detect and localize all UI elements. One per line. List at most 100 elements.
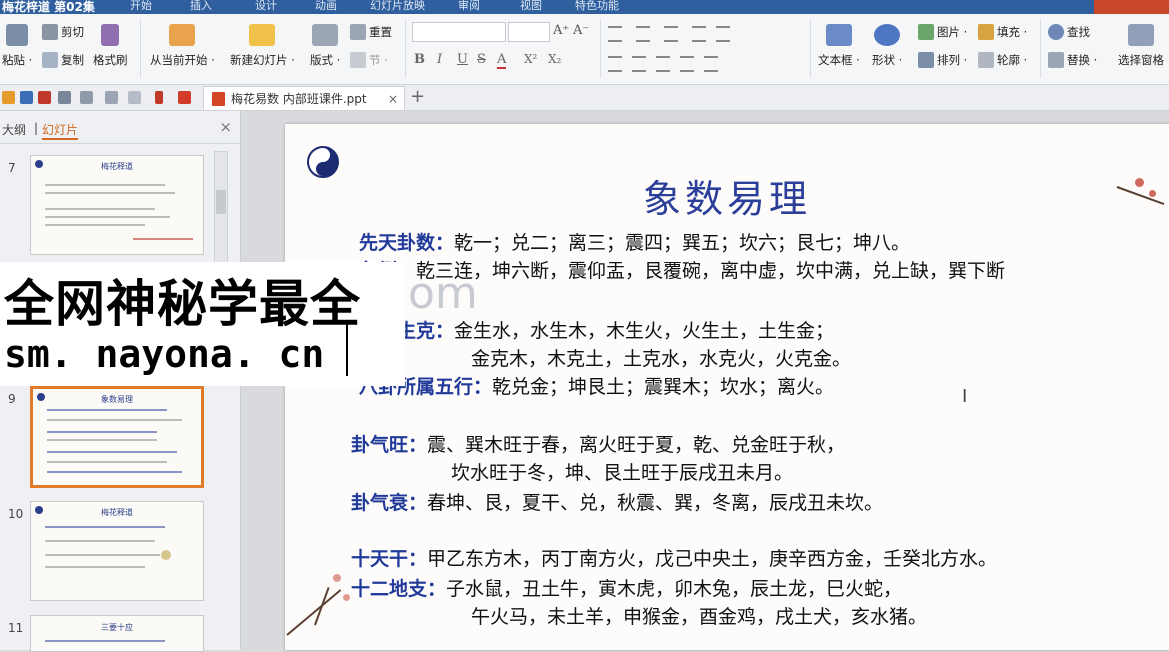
menu-view[interactable]: 视图 bbox=[520, 0, 542, 13]
reset-icon bbox=[350, 24, 366, 40]
document-tab-label: 梅花易数 内部班课件.ppt bbox=[231, 92, 367, 106]
menu-animation[interactable]: 动画 bbox=[315, 0, 337, 13]
slide-row: 八卦所属五行：乾兑金；坤艮土；震巽木；坎水；离火。 bbox=[359, 376, 835, 398]
line-spacing-icon[interactable] bbox=[716, 26, 730, 42]
slide-thumbnail-10[interactable]: 梅花释道 bbox=[30, 501, 204, 601]
shape-button[interactable]: 形状 · bbox=[872, 24, 902, 68]
print-icon[interactable] bbox=[58, 91, 71, 104]
watermark-ghost-text: om bbox=[408, 268, 478, 319]
ribbon-divider bbox=[600, 20, 601, 78]
outdent-icon[interactable] bbox=[692, 26, 706, 42]
replace-button[interactable]: 替换 · bbox=[1048, 52, 1097, 68]
menu-design[interactable]: 设计 bbox=[255, 0, 277, 13]
picture-button[interactable]: 图片 · bbox=[918, 24, 967, 40]
slide-thumbnail-9[interactable]: 象数易理 bbox=[30, 386, 204, 488]
slide-row: 卦气旺：震、巽木旺于春，离火旺于夏，乾、兑金旺于秋， bbox=[351, 434, 846, 456]
slide-row: 午火马，未土羊，申猴金，酉金鸡，戌土犬，亥水猪。 bbox=[471, 606, 928, 628]
text-caret bbox=[346, 320, 348, 376]
ribbon-toolbar: 粘贴 · 剪切 复制 格式刷 从当前开始 · 新建幻灯片 · 版式 · 重置 节… bbox=[0, 14, 1169, 85]
section-button[interactable]: 节 · bbox=[350, 52, 388, 68]
menu-home[interactable]: 开始 bbox=[130, 0, 152, 13]
align-left-icon[interactable] bbox=[608, 56, 622, 72]
slide-thumbnail-11[interactable]: 三要十应 bbox=[30, 615, 204, 652]
slide-title: 象数易理 bbox=[642, 177, 811, 221]
tab-slides[interactable]: 幻灯片 bbox=[42, 121, 79, 140]
pdf-icon[interactable] bbox=[38, 91, 51, 104]
find-button[interactable]: 查找 bbox=[1048, 24, 1090, 40]
align-center-icon[interactable] bbox=[632, 56, 646, 72]
plum-branch bbox=[314, 587, 330, 626]
cut-button[interactable]: 剪切 bbox=[42, 24, 84, 40]
reset-button[interactable]: 重置 bbox=[350, 24, 392, 40]
ribbon-divider bbox=[405, 20, 406, 78]
section-icon bbox=[350, 52, 366, 68]
new-slide-button[interactable]: 新建幻灯片 · bbox=[230, 24, 295, 68]
layout-icon bbox=[312, 24, 339, 46]
save-icon[interactable] bbox=[20, 91, 33, 104]
undo-icon[interactable] bbox=[105, 91, 118, 104]
redo-icon[interactable] bbox=[128, 91, 141, 104]
paste-button[interactable]: 粘贴 · bbox=[2, 24, 32, 68]
fill-button[interactable]: 填充 · bbox=[978, 24, 1027, 40]
slide-thumbnail-7[interactable]: 梅花释道 bbox=[30, 155, 204, 255]
open-icon[interactable] bbox=[2, 91, 15, 104]
copy-icon bbox=[42, 52, 58, 68]
justify-icon[interactable] bbox=[680, 56, 694, 72]
print-preview-icon[interactable] bbox=[80, 91, 93, 104]
watermark-overlay: 全网神秘学最全 sm. nayona. cn bbox=[0, 262, 405, 386]
outline-icon bbox=[978, 52, 994, 68]
slide-row: 金克木，木克土，土克水，水克火，火克金。 bbox=[471, 348, 852, 370]
menu-insert[interactable]: 插入 bbox=[190, 0, 212, 13]
bold-button[interactable]: B bbox=[414, 52, 425, 67]
menu-review[interactable]: 审阅 bbox=[458, 0, 480, 13]
layout-button[interactable]: 版式 · bbox=[310, 24, 340, 68]
distribute-icon[interactable] bbox=[704, 56, 718, 72]
slide-number: 10 bbox=[8, 507, 24, 521]
slide-number: 7 bbox=[8, 161, 16, 175]
document-tab[interactable]: 梅花易数 内部班课件.ppt × bbox=[203, 86, 405, 110]
menu-special[interactable]: 特色功能 bbox=[575, 0, 619, 13]
play-from-current-button[interactable]: 从当前开始 · bbox=[150, 24, 215, 68]
scissors-icon bbox=[42, 24, 58, 40]
textbox-button[interactable]: 文本框 · bbox=[818, 24, 860, 68]
close-panel-icon[interactable]: × bbox=[219, 118, 232, 136]
format-painter-button[interactable]: 格式刷 bbox=[93, 24, 128, 68]
superscript-button[interactable]: X² bbox=[524, 52, 537, 66]
copy-button[interactable]: 复制 bbox=[42, 52, 84, 68]
title-bar: 梅花梓道 第02集 开始 插入 设计 动画 幻灯片放映 审阅 视图 特色功能 bbox=[0, 0, 1169, 14]
font-name-select[interactable] bbox=[412, 22, 506, 42]
numbered-list-icon[interactable] bbox=[636, 26, 650, 42]
scrollbar-thumb[interactable] bbox=[216, 190, 226, 214]
tab-outline[interactable]: 大纲 bbox=[2, 121, 26, 138]
font-color-button[interactable]: A bbox=[497, 52, 507, 69]
window-controls[interactable] bbox=[1094, 0, 1169, 14]
font-size-select[interactable] bbox=[508, 22, 550, 42]
paint-bucket-icon bbox=[978, 24, 994, 40]
slide-row: 十天干：甲乙东方木，丙丁南方火，戊己中央土，庚辛西方金，壬癸北方水。 bbox=[351, 548, 998, 570]
watermark-line-1: 全网神秘学最全 bbox=[4, 275, 361, 333]
arrange-button[interactable]: 排列 · bbox=[918, 52, 967, 68]
ribbon-divider bbox=[1040, 20, 1041, 78]
subscript-button[interactable]: X₂ bbox=[548, 52, 561, 66]
italic-button[interactable]: I bbox=[437, 52, 442, 67]
plum-blossom bbox=[1149, 190, 1156, 197]
plum-blossom bbox=[333, 574, 341, 582]
strikethrough-button[interactable]: S bbox=[477, 52, 486, 67]
select-pane-button[interactable]: 选择窗格 bbox=[1118, 24, 1164, 68]
customize-icon[interactable] bbox=[155, 91, 163, 104]
font-grow-button[interactable]: A⁺ bbox=[553, 23, 569, 38]
outline-button[interactable]: 轮廓 · bbox=[978, 52, 1027, 68]
close-tab-icon[interactable]: × bbox=[388, 92, 398, 106]
slide-number: 11 bbox=[8, 621, 24, 635]
underline-button[interactable]: U bbox=[457, 52, 468, 67]
menu-slideshow[interactable]: 幻灯片放映 bbox=[370, 0, 425, 13]
slide-canvas[interactable]: 象数易理 先天卦数：乾一；兑二；离三；震四；巽五；坎六；艮七；坤八。 象例：乾三… bbox=[285, 124, 1169, 650]
plum-blossom bbox=[1135, 178, 1144, 187]
slide-row: 卦气衰：春坤、艮，夏干、兑，秋震、巽，冬离，辰戌丑未坎。 bbox=[351, 492, 884, 514]
bullet-list-icon[interactable] bbox=[608, 26, 622, 42]
new-tab-button[interactable]: + bbox=[410, 86, 425, 107]
align-right-icon[interactable] bbox=[656, 56, 670, 72]
indent-icon[interactable] bbox=[664, 26, 678, 42]
ribbon-divider bbox=[140, 20, 141, 78]
font-shrink-button[interactable]: A⁻ bbox=[573, 23, 589, 38]
